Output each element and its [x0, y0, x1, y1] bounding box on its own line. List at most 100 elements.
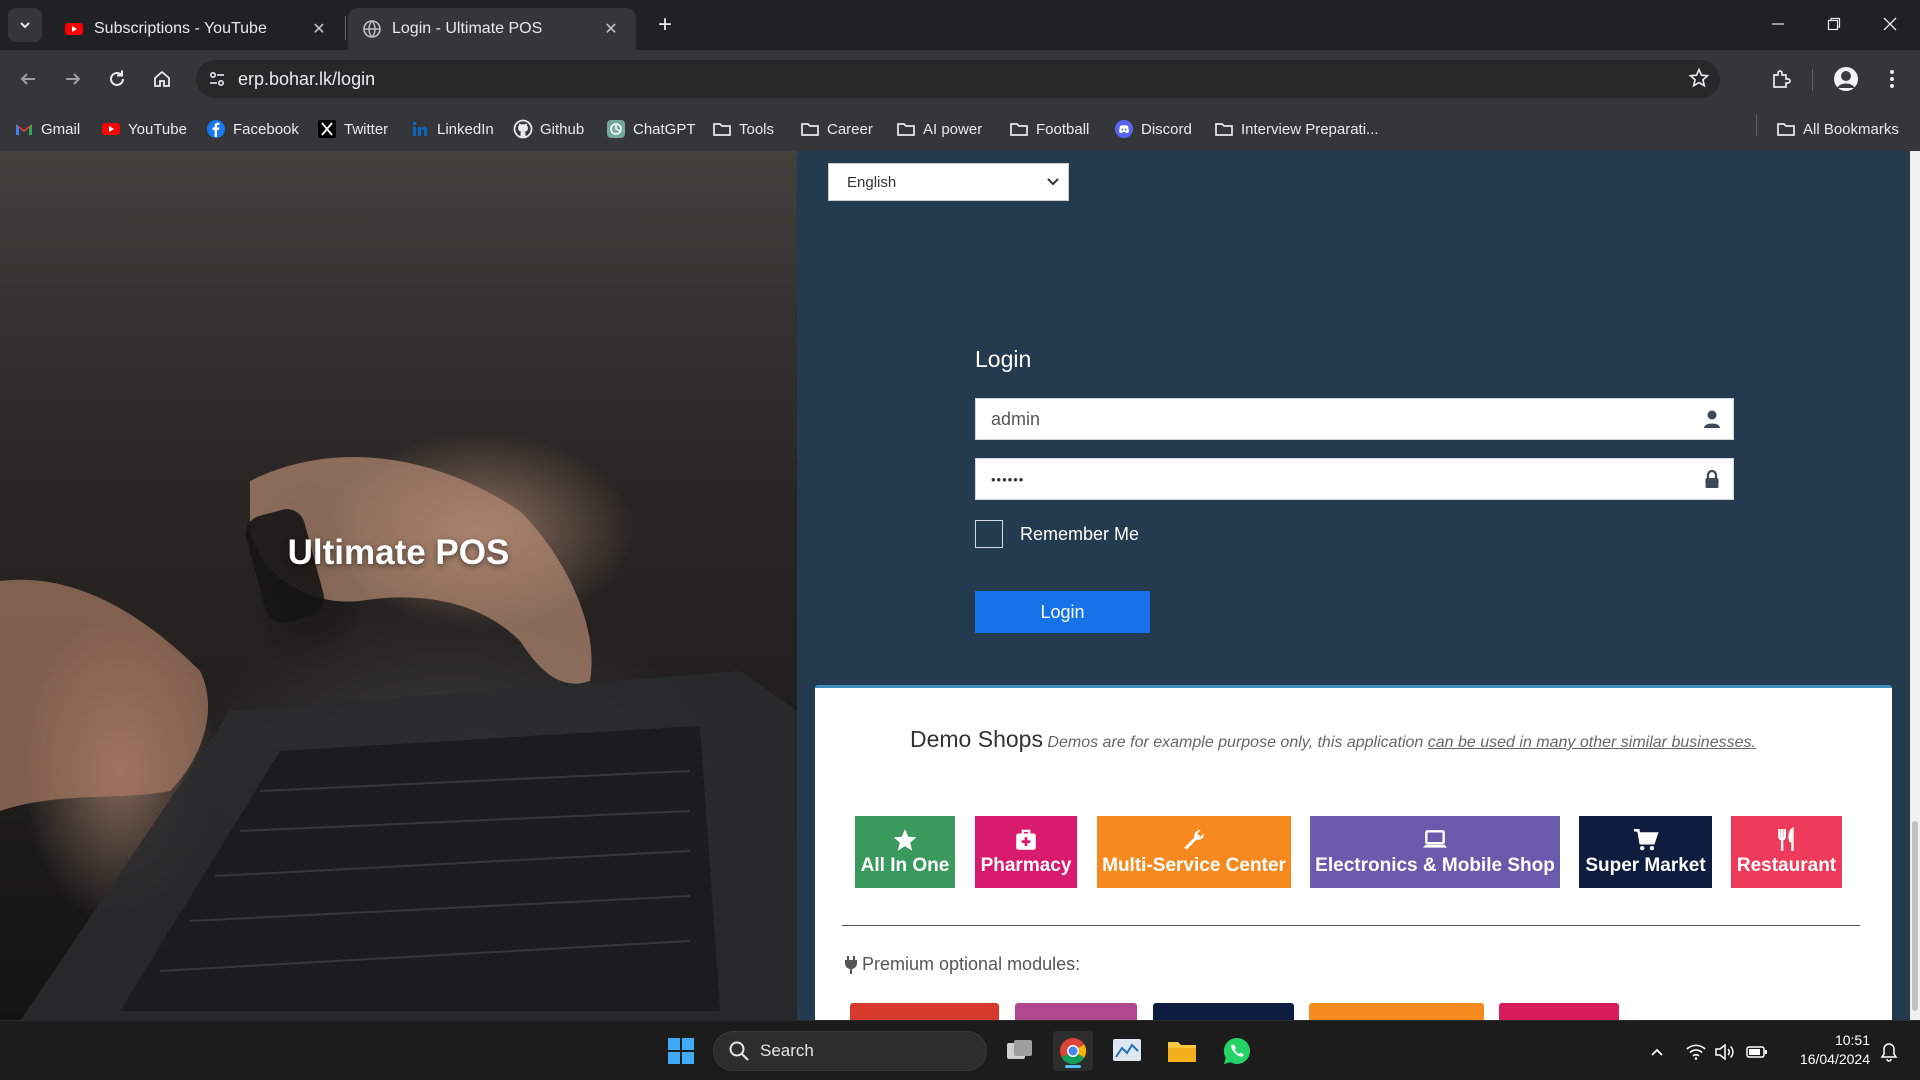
- profile-avatar[interactable]: [1829, 62, 1863, 96]
- web-page: Ultimate POS English Login admin •••••• …: [0, 151, 1920, 1020]
- language-select[interactable]: English: [828, 163, 1069, 201]
- bookmark-gmail[interactable]: Gmail: [14, 114, 80, 144]
- demo-note-link[interactable]: can be used in many other similar busine…: [1428, 734, 1756, 751]
- wrench-icon: [1184, 830, 1204, 850]
- tab-youtube[interactable]: Subscriptions - YouTube ✕: [50, 8, 344, 50]
- username-field[interactable]: admin: [975, 398, 1734, 440]
- bookmark-label: YouTube: [128, 120, 187, 138]
- password-value: ••••••: [991, 471, 1025, 487]
- close-icon[interactable]: ✕: [308, 18, 330, 40]
- login-panel: English Login admin •••••• Remember Me L…: [797, 151, 1910, 1020]
- divider: [842, 925, 1860, 926]
- folder-icon: [801, 123, 819, 136]
- battery-status[interactable]: [1746, 1041, 1768, 1063]
- gmail-icon: [16, 124, 32, 135]
- reload-icon: [110, 70, 124, 86]
- all-bookmarks-button[interactable]: All Bookmarks: [1776, 114, 1899, 144]
- taskbar: Search 10:51 16/04/2024: [0, 1020, 1920, 1080]
- youtube-icon: [102, 123, 120, 135]
- page-scrollbar[interactable]: [1910, 151, 1920, 1020]
- bookmark-github[interactable]: Github: [513, 114, 584, 144]
- bookmark-label: Football: [1036, 120, 1090, 138]
- bookmark-football[interactable]: Football: [1009, 114, 1089, 144]
- linkedin-icon: [412, 121, 427, 136]
- shop-label: Super Market: [1585, 855, 1706, 876]
- bookmark-twitter[interactable]: Twitter: [317, 114, 388, 144]
- medkit-icon: [1016, 829, 1036, 850]
- scrollbar-thumb[interactable]: [1912, 821, 1918, 1011]
- chatgpt-icon: [607, 120, 625, 138]
- chart-app-icon: [1113, 1039, 1141, 1061]
- taskbar-chrome[interactable]: [1053, 1031, 1093, 1071]
- demo-shops-box: Demo Shops Demos are for example purpose…: [815, 685, 1892, 1020]
- demo-shops-title: Demo Shops: [910, 726, 1043, 752]
- shop-restaurant-button[interactable]: Restaurant: [1731, 816, 1842, 888]
- premium-module-button[interactable]: [1153, 1003, 1294, 1020]
- remember-me-label: Remember Me: [1020, 523, 1140, 544]
- tray-overflow-button[interactable]: [1646, 1041, 1668, 1063]
- shop-electronics-button[interactable]: Electronics & Mobile Shop: [1310, 816, 1560, 888]
- taskbar-search[interactable]: Search: [713, 1031, 987, 1071]
- bookmark-chatgpt[interactable]: ChatGPT: [606, 114, 696, 144]
- bookmark-linkedin[interactable]: LinkedIn: [410, 114, 494, 144]
- demo-note: Demos are for example purpose only, this…: [1047, 734, 1756, 751]
- chevron-down-icon: [20, 22, 30, 29]
- new-tab-button[interactable]: +: [650, 10, 680, 40]
- password-field[interactable]: ••••••: [975, 458, 1734, 500]
- premium-module-button[interactable]: [850, 1003, 999, 1020]
- taskbar-whatsapp[interactable]: [1217, 1031, 1257, 1071]
- address-bar[interactable]: erp.bohar.lk/login: [196, 60, 1720, 98]
- remember-me[interactable]: Remember Me: [975, 520, 1139, 548]
- bookmark-label: Tools: [739, 120, 775, 138]
- premium-module-button[interactable]: [1309, 1003, 1484, 1020]
- bookmark-career[interactable]: Career: [800, 114, 873, 144]
- shop-multi-service-button[interactable]: Multi-Service Center: [1097, 816, 1291, 888]
- close-icon[interactable]: ✕: [600, 18, 622, 40]
- active-indicator: [1065, 1065, 1081, 1068]
- tab-search-button[interactable]: [8, 8, 42, 42]
- reload-button[interactable]: [100, 62, 134, 96]
- taskbar-monitor-app[interactable]: [1107, 1031, 1147, 1071]
- home-button[interactable]: [145, 62, 179, 96]
- restore-button[interactable]: [1806, 0, 1862, 48]
- task-view-button[interactable]: [1000, 1031, 1040, 1071]
- shop-super-market-button[interactable]: Super Market: [1579, 816, 1712, 888]
- start-button[interactable]: [661, 1031, 701, 1071]
- extensions-button[interactable]: [1764, 62, 1798, 96]
- restore-icon: [1827, 17, 1841, 31]
- bookmark-star-icon[interactable]: [1688, 67, 1710, 94]
- puzzle-icon: [1773, 70, 1791, 88]
- forward-button[interactable]: [56, 62, 90, 96]
- username-value: admin: [991, 408, 1041, 429]
- bookmark-tools[interactable]: Tools: [712, 114, 774, 144]
- bookmark-ai-power[interactable]: AI power: [896, 114, 982, 144]
- bookmark-youtube[interactable]: YouTube: [101, 114, 187, 144]
- shop-pharmacy-button[interactable]: Pharmacy: [975, 816, 1077, 888]
- taskbar-clock[interactable]: 10:51 16/04/2024: [1780, 1031, 1870, 1069]
- notifications-button[interactable]: [1878, 1041, 1900, 1063]
- browser-menu-button[interactable]: [1875, 62, 1909, 96]
- premium-module-button[interactable]: [1499, 1003, 1619, 1020]
- remember-me-checkbox[interactable]: [975, 520, 1003, 548]
- shop-label: Multi-Service Center: [1102, 855, 1286, 876]
- bookmark-interview-prep[interactable]: Interview Preparati...: [1214, 114, 1379, 144]
- shop-all-in-one-button[interactable]: All In One: [855, 816, 955, 888]
- taskbar-file-explorer[interactable]: [1162, 1031, 1202, 1071]
- bookmark-label: Career: [827, 120, 873, 138]
- back-button[interactable]: [11, 62, 45, 96]
- window-close-button[interactable]: [1862, 0, 1918, 48]
- login-button[interactable]: Login: [975, 591, 1150, 633]
- premium-label: Premium optional modules:: [862, 954, 1081, 974]
- speaker-icon: [1715, 1044, 1734, 1060]
- volume-status[interactable]: [1714, 1041, 1736, 1063]
- whatsapp-icon: [1223, 1037, 1250, 1065]
- minimize-button[interactable]: [1750, 0, 1806, 48]
- plug-icon: [845, 955, 857, 974]
- bookmark-facebook[interactable]: Facebook: [206, 114, 299, 144]
- bookmark-label: Interview Preparati...: [1241, 120, 1379, 138]
- tab-login[interactable]: Login - Ultimate POS ✕: [348, 8, 636, 50]
- site-info-icon[interactable]: [204, 66, 230, 92]
- wifi-status[interactable]: [1685, 1041, 1707, 1063]
- bookmark-discord[interactable]: Discord: [1114, 114, 1192, 144]
- premium-module-button[interactable]: [1015, 1003, 1137, 1020]
